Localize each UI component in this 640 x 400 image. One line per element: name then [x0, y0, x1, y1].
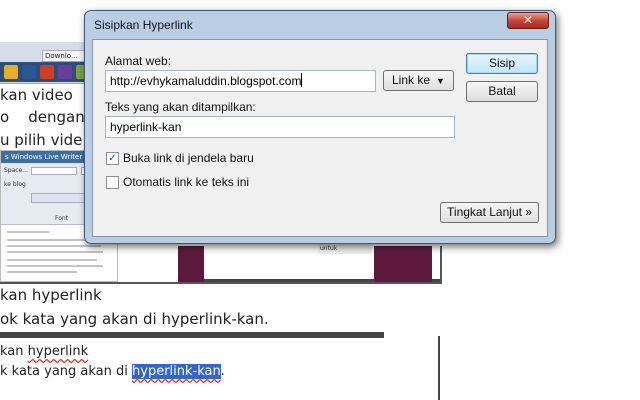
bg-text-line: kan hyperlink [0, 344, 88, 359]
insert-button[interactable]: Sisip [466, 53, 538, 74]
url-label: Alamat web: [105, 54, 172, 68]
doc-line [7, 259, 97, 261]
word-icon [22, 65, 36, 79]
text-caret [301, 73, 303, 87]
divider [0, 282, 442, 284]
bg-text-line: kan hyperlink [0, 286, 102, 304]
doc-line [7, 245, 101, 247]
explorer-icon [4, 65, 18, 79]
media-icon [58, 65, 72, 79]
bg-text-line: o dengan [0, 108, 85, 126]
bg-text-line: kan video [0, 86, 73, 104]
bg-text-prefix: kan [0, 344, 28, 359]
link-to-dropdown[interactable]: Link ke ▼ [383, 70, 454, 91]
display-text-label: Teks yang akan ditampilkan: [105, 100, 256, 114]
spellcheck-word: hyperlink [27, 344, 89, 359]
bg-text-line: u pilih vide [0, 131, 83, 149]
plum-bar [178, 246, 204, 282]
auto-link-label: Otomatis link ke teks ini [123, 175, 250, 189]
new-window-checkbox[interactable]: ✓ [106, 152, 119, 165]
advanced-button[interactable]: Tingkat Lanjut » [440, 202, 539, 223]
link-to-label: Link ke [392, 73, 431, 87]
divider [440, 246, 442, 284]
insert-hyperlink-dialog: Sisipkan Hyperlink ✕ Alamat web: http://… [84, 10, 556, 244]
bg-text-line: k kata yang akan di hyperlink-kan. [0, 364, 225, 379]
doc-line [7, 231, 49, 233]
doc-line [7, 271, 77, 273]
bg-text-suffix: . [220, 364, 225, 379]
dialog-title: Sisipkan Hyperlink [94, 18, 193, 32]
close-button[interactable]: ✕ [507, 12, 549, 29]
cancel-button[interactable]: Batal [466, 81, 538, 102]
doc-line [7, 265, 103, 267]
caption-text: untuk ditampilkan di posting ini. [318, 244, 372, 254]
url-input[interactable]: http://evhykamaluddin.blogspot.com [105, 70, 376, 92]
taskbar-screenshot: Downlo... [0, 42, 92, 84]
plum-bar [374, 246, 432, 282]
bg-text-line: ok kata yang akan di hyperlink-kan. [0, 310, 269, 328]
url-value: http://evhykamaluddin.blogspot.com [110, 74, 302, 88]
font-label: Font [55, 215, 69, 222]
divider [438, 336, 440, 400]
space-label: Space... [4, 167, 29, 174]
dialog-body: Alamat web: http://evhykamaluddin.blogsp… [92, 39, 548, 237]
browser-tab: Downlo... [42, 50, 86, 62]
display-text-input[interactable]: hyperlink-kan [105, 116, 455, 138]
doc-line [7, 251, 103, 253]
divider [0, 332, 384, 338]
chevron-down-icon: ▼ [436, 76, 445, 86]
app-icon [40, 65, 54, 79]
new-window-label: Buka link di jendela baru [123, 151, 254, 165]
auto-link-checkbox[interactable] [106, 176, 119, 189]
font-box [31, 167, 77, 175]
bg-text-prefix: k kata yang akan di [0, 364, 133, 379]
blog-label: ke blog [4, 181, 26, 188]
selected-text: hyperlink-kan [132, 364, 221, 379]
